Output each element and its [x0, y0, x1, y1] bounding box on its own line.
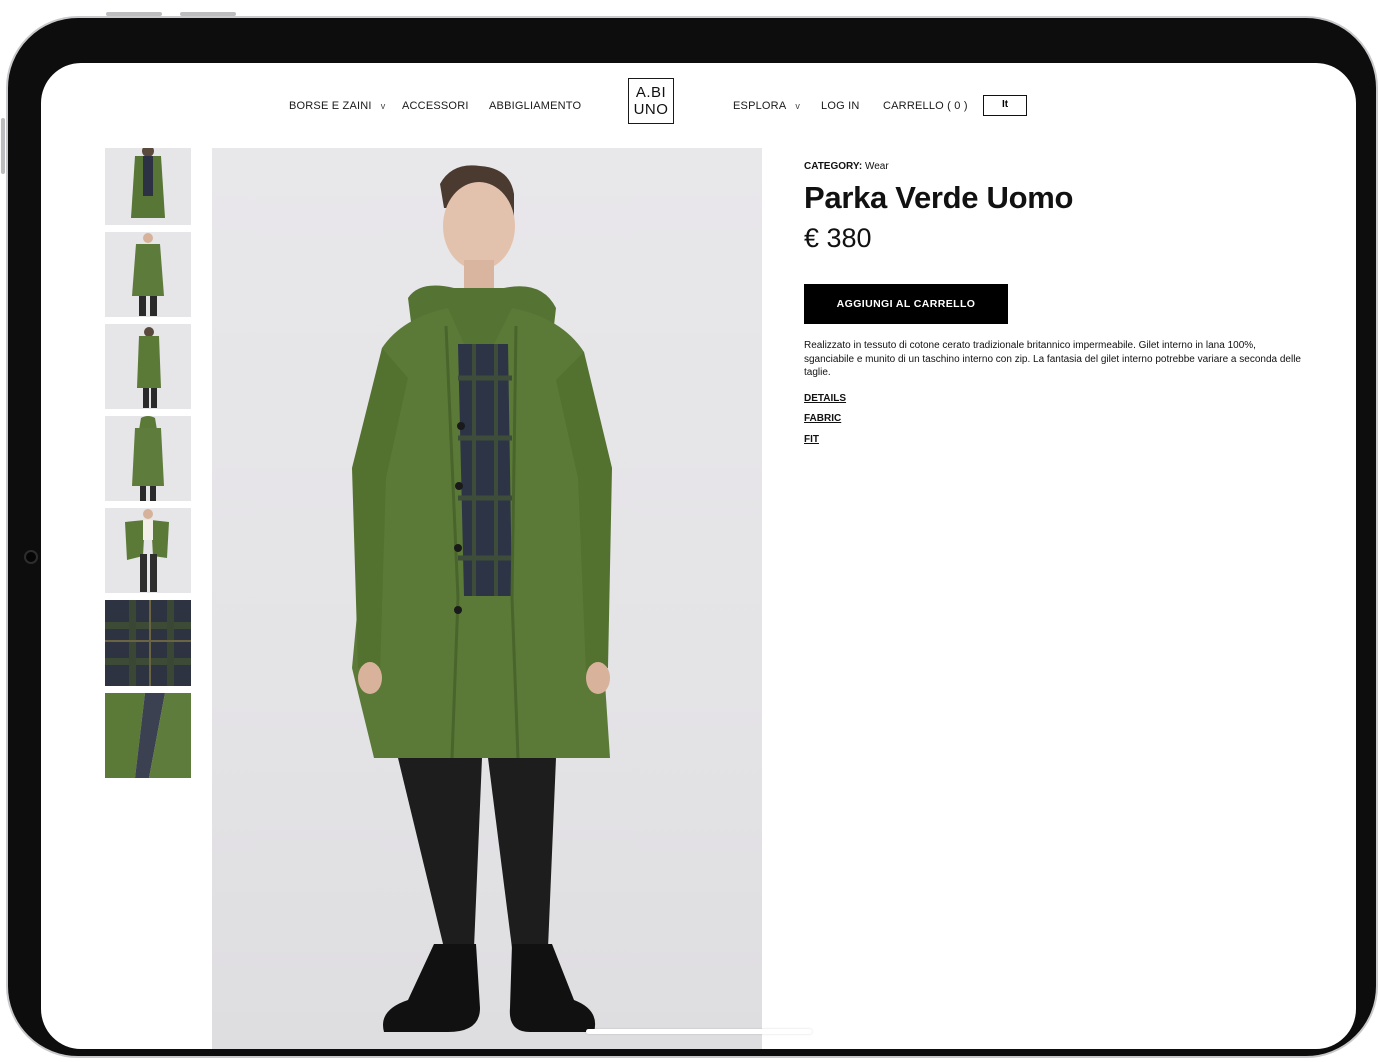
screen: BORSE E ZAINI v ACCESSORI ABBIGLIAMENTO A…	[41, 63, 1356, 1049]
home-indicator[interactable]	[586, 1029, 812, 1034]
accordion-fabric[interactable]: FABRIC	[804, 413, 841, 424]
nav-borse-e-zaini[interactable]: BORSE E ZAINI v	[289, 100, 385, 112]
thumbnail-1[interactable]	[105, 148, 191, 225]
product-description: Realizzato in tessuto di cotone cerato t…	[804, 340, 1301, 378]
logo-line: UNO	[633, 101, 669, 118]
thumbnail-image	[105, 508, 191, 593]
thumbnail-image	[105, 693, 191, 778]
chevron-down-icon: v	[380, 101, 386, 111]
thumbnail-image	[105, 600, 191, 686]
chevron-down-icon: v	[795, 101, 801, 111]
thumbnail-5[interactable]	[105, 508, 191, 593]
thumbnail-3[interactable]	[105, 324, 191, 409]
thumbnail-image	[105, 324, 191, 409]
product-title: Parka Verde Uomo	[804, 180, 1074, 215]
thumbnail-7[interactable]	[105, 693, 191, 778]
logo-line: A.BI	[635, 84, 667, 101]
product-price: € 380	[804, 223, 872, 253]
nav-label: ACCESSORI	[402, 100, 469, 112]
accordion-fit[interactable]: FIT	[804, 434, 819, 445]
thumbnail-image	[105, 148, 191, 225]
camera-icon	[24, 550, 38, 564]
nav-label: LOG IN	[821, 100, 860, 112]
brand-logo[interactable]: A.BI UNO	[628, 78, 674, 124]
nav-label: ESPLORA	[733, 100, 787, 112]
nav-label: ABBIGLIAMENTO	[489, 100, 582, 112]
main-product-image[interactable]	[212, 148, 762, 1049]
category-label: CATEGORY:	[804, 161, 863, 172]
nav-label: BORSE E ZAINI	[289, 100, 372, 112]
nav-accessori[interactable]: ACCESSORI	[402, 100, 469, 112]
nav-log-in[interactable]: LOG IN	[821, 100, 860, 112]
thumbnail-4[interactable]	[105, 416, 191, 501]
model-parka-illustration	[352, 165, 612, 1032]
nav-abbigliamento[interactable]: ABBIGLIAMENTO	[489, 100, 581, 112]
nav-esplora[interactable]: ESPLORA v	[733, 100, 800, 112]
accordion-details[interactable]: DETAILS	[804, 393, 846, 404]
add-to-cart-button[interactable]: AGGIUNGI AL CARRELLO	[804, 284, 1008, 324]
thumbnail-2[interactable]	[105, 232, 191, 317]
nav-cart[interactable]: CARRELLO ( 0 )	[883, 100, 968, 112]
tablet-frame: BORSE E ZAINI v ACCESSORI ABBIGLIAMENTO A…	[6, 16, 1378, 1058]
thumbnail-image	[105, 232, 191, 317]
product-category: CATEGORY: Wear	[804, 161, 889, 172]
thumbnail-image	[105, 416, 191, 501]
power-hardware-button	[1, 118, 5, 174]
category-value[interactable]: Wear	[865, 161, 889, 172]
thumbnail-6[interactable]	[105, 600, 191, 686]
language-button[interactable]: It	[983, 95, 1027, 116]
nav-label: CARRELLO ( 0 )	[883, 100, 968, 112]
